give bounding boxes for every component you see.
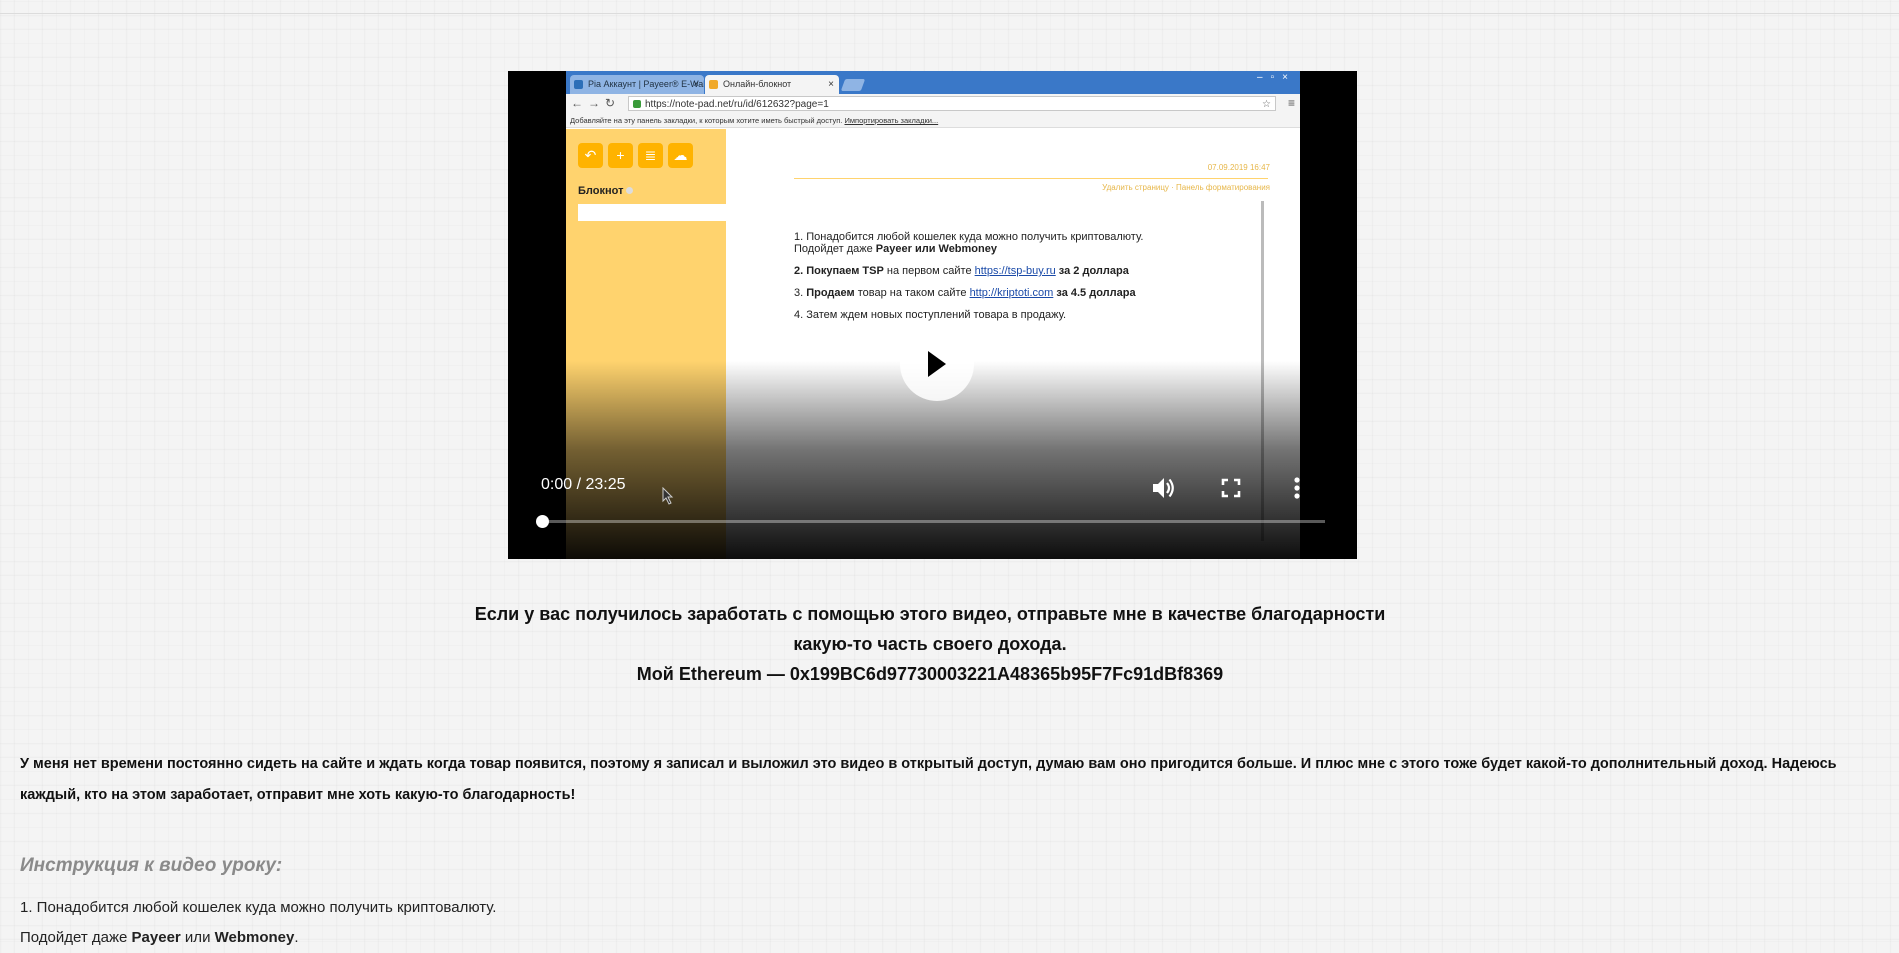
np-line2-bold: 2. Покупаем TSP	[794, 265, 884, 277]
donation-message: Если у вас получилось заработать с помощ…	[380, 599, 1480, 689]
notepad-content: 1. Понадобится любой кошелек куда можно …	[794, 231, 1254, 331]
browser-tab-bar: Pia Аккаунт | Payeer® E-Walle × Онлайн-б…	[566, 71, 1300, 94]
notepad-title: Блокнот	[578, 185, 634, 197]
browser-tab-label: Онлайн-блокнот	[723, 79, 792, 89]
progress-bar[interactable]	[536, 515, 1325, 528]
np-line3-link: http://kriptoti.com	[969, 287, 1054, 299]
browser-tab-notepad: Онлайн-блокнот ×	[705, 75, 839, 94]
reply-icon: ↶	[578, 143, 603, 168]
back-forward-reload-icon: ←→↻	[571, 96, 621, 110]
volume-button[interactable]	[1150, 475, 1178, 501]
plus-icon: +	[608, 143, 633, 168]
notepad-name-input	[578, 204, 726, 221]
close-icon: ×	[828, 79, 834, 90]
progress-knob[interactable]	[536, 515, 549, 528]
cloud-icon: ☁	[668, 143, 693, 168]
more-vert-icon	[1294, 477, 1300, 499]
window-controls-icon: –▫×	[1257, 72, 1296, 83]
instruction-step1: 1. Понадобится любой кошелек куда можно …	[20, 899, 497, 916]
np-line2-link: https://tsp-buy.ru	[974, 265, 1056, 277]
donation-line2: какую-то часть своего дохода.	[793, 634, 1067, 654]
list-icon: ≣	[638, 143, 663, 168]
np-line3-end: за 4.5 доллара	[1053, 287, 1136, 299]
notepad-links: Удалить страницу · Панель форматирования	[1102, 183, 1270, 192]
bookmarks-import-link: Импортировать закладки...	[844, 116, 939, 125]
address-text: https://note-pad.net/ru/id/612632?page=1	[645, 99, 829, 110]
volume-icon	[1153, 478, 1174, 498]
browser-tab-payeer: Pia Аккаунт | Payeer® E-Walle ×	[570, 75, 704, 94]
more-options-button[interactable]	[1287, 475, 1315, 501]
np-line3: товар на таком сайте	[854, 287, 970, 299]
bookmarks-hint: Добавляйте на эту панель закладки, к кот…	[570, 116, 843, 125]
star-icon: ☆	[1262, 99, 1271, 110]
fullscreen-icon	[1221, 478, 1241, 498]
notepad-date: 07.09.2019 16:47	[1207, 163, 1270, 172]
play-icon	[928, 351, 946, 377]
browser-menu-icon: ≡	[1287, 96, 1295, 110]
address-bar: https://note-pad.net/ru/id/612632?page=1…	[628, 96, 1276, 111]
np-line3-bold: Продаем	[806, 287, 855, 299]
np-line1b-bold: Payeer или Webmoney	[875, 243, 997, 255]
instructions-body: 1. Понадобится любой кошелек куда можно …	[20, 893, 496, 953]
play-button[interactable]	[900, 327, 974, 401]
notepad-divider	[794, 178, 1268, 179]
browser-tab-label: Pia Аккаунт | Payeer® E-Walle	[588, 79, 704, 89]
instructions-heading: Инструкция к видео уроку:	[20, 855, 283, 876]
intro-paragraph: У меня нет времени постоянно сидеть на с…	[20, 756, 1837, 803]
instruction-step1b: Подойдет даже Payeer или Webmoney.	[20, 929, 299, 946]
np-line1b: Подойдет даже	[794, 243, 876, 255]
fullscreen-button[interactable]	[1218, 475, 1246, 501]
browser-toolbar: ←→↻ https://note-pad.net/ru/id/612632?pa…	[566, 94, 1300, 114]
time-display: 0:00 / 23:25	[541, 476, 626, 493]
np-line3-pre: 3.	[794, 287, 807, 299]
np-line4: 4. Затем ждем новых поступлений товара в…	[794, 309, 1067, 321]
bookmarks-bar: Добавляйте на эту панель закладки, к кот…	[566, 114, 1300, 128]
np-line2: на первом сайте	[883, 265, 975, 277]
top-divider	[0, 13, 1899, 14]
payeer-favicon-icon	[574, 80, 583, 89]
video-player[interactable]: Pia Аккаунт | Payeer® E-Walle × Онлайн-б…	[508, 71, 1357, 559]
np-line2-end: за 2 доллара	[1055, 265, 1129, 277]
lock-icon	[633, 100, 641, 108]
mouse-cursor-icon	[662, 487, 674, 505]
notepad-favicon-icon	[709, 80, 718, 89]
new-tab-icon	[840, 79, 866, 91]
donation-line1: Если у вас получилось заработать с помощ…	[474, 604, 1386, 624]
close-icon: ×	[693, 79, 699, 90]
np-line1: 1. Понадобится любой кошелек куда можно …	[794, 231, 1144, 243]
donation-wallet: Мой Ethereum — 0x199BC6d97730003221A4836…	[636, 664, 1224, 684]
